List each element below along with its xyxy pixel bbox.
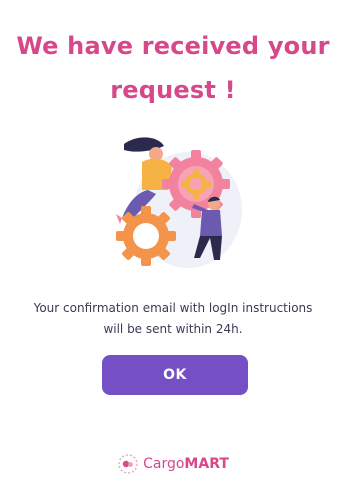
orange-gear	[116, 206, 176, 266]
confirmation-message-line-1: Your confirmation email with logIn instr…	[33, 301, 313, 315]
brand-name-part-2: MART	[184, 456, 229, 472]
brand-name: CargoMART	[143, 456, 229, 472]
page-title: We have received your request !	[0, 24, 346, 112]
man-body	[200, 210, 222, 236]
confirmation-message: Your confirmation email with logIn instr…	[0, 298, 346, 340]
page-title-line-2: request !	[110, 76, 236, 104]
confirmation-screen: We have received your request ! Your con…	[0, 0, 346, 500]
confirmation-message-line-2: will be sent within 24h.	[103, 322, 243, 336]
page-title-line-1: We have received your	[16, 32, 330, 60]
brand-name-part-1: Cargo	[143, 456, 185, 472]
gears-illustration	[108, 132, 243, 272]
cargomart-logo-icon	[117, 453, 139, 475]
ok-button[interactable]: OK	[102, 355, 248, 395]
brand-footer: CargoMART	[0, 452, 346, 476]
